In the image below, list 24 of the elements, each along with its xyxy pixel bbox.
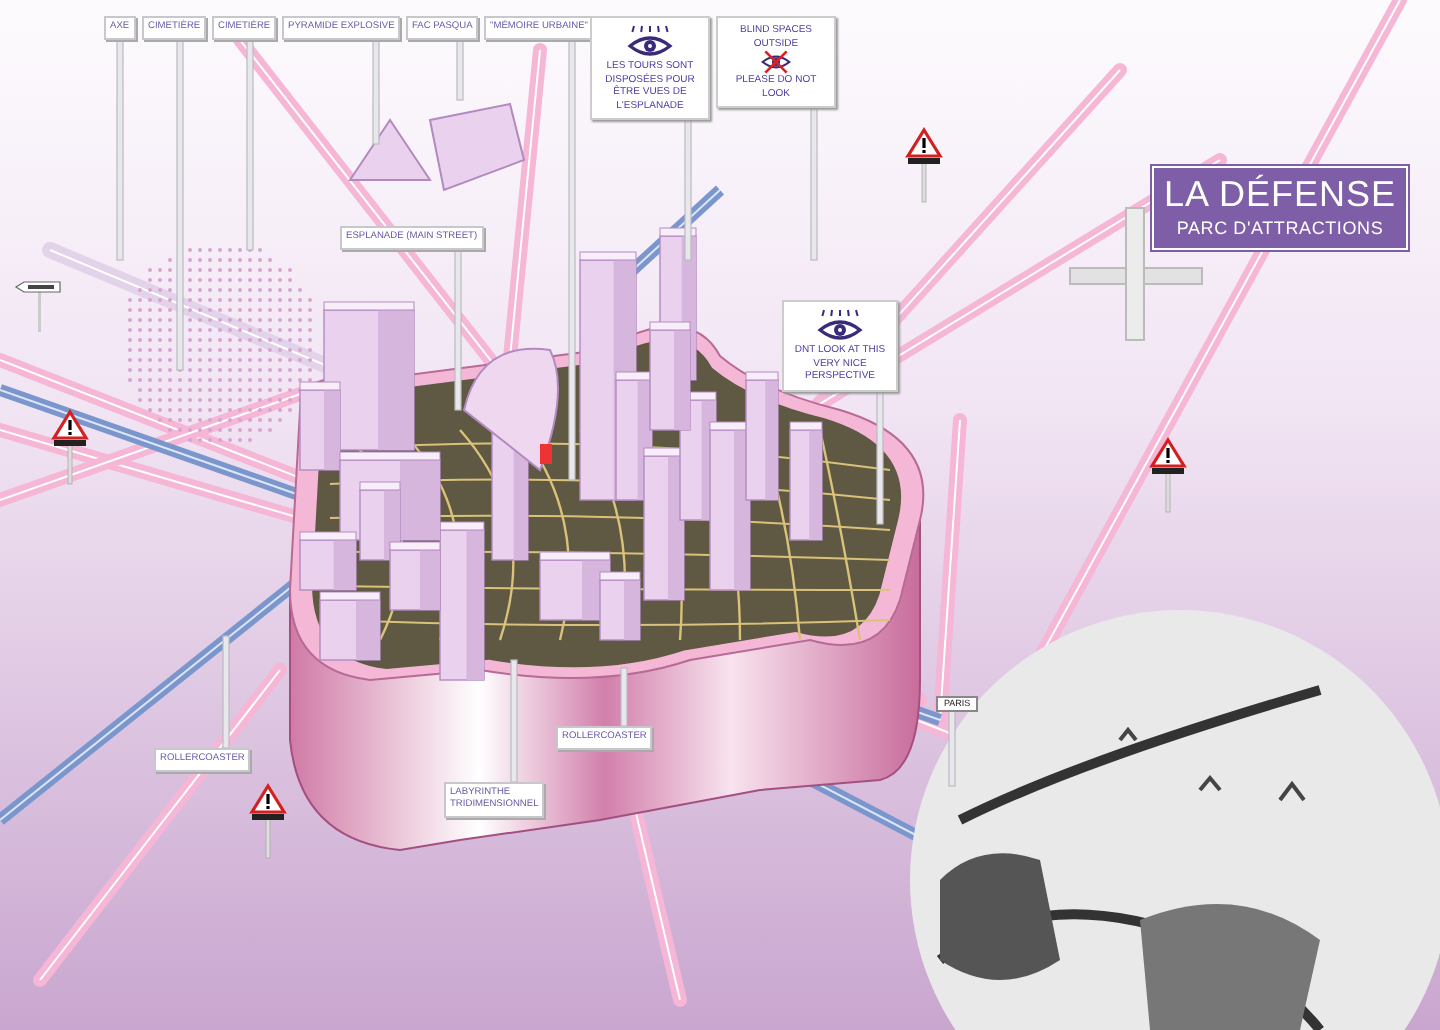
warning-sign-icon xyxy=(905,126,943,203)
dome xyxy=(463,347,559,471)
sign-post xyxy=(948,707,956,787)
eye-icon xyxy=(814,308,866,344)
sculpture xyxy=(540,444,552,464)
sign-post xyxy=(620,667,628,727)
cross-pillar xyxy=(1125,207,1145,341)
tower xyxy=(299,381,341,471)
pyramid xyxy=(348,118,432,181)
sign-post xyxy=(876,387,884,525)
sign-post xyxy=(222,635,230,749)
sign-post xyxy=(510,659,518,783)
eye-icon xyxy=(624,24,676,60)
title-heading: LA DÉFENSE xyxy=(1161,174,1399,216)
building xyxy=(319,591,381,661)
warning-sign-icon xyxy=(249,782,287,859)
warning-sign-icon xyxy=(1149,436,1187,513)
tower xyxy=(745,371,779,501)
tower xyxy=(649,321,691,431)
tower xyxy=(789,421,823,541)
direction-sign-icon xyxy=(14,281,61,332)
building xyxy=(428,102,526,192)
title-subheading: PARC D'ATTRACTIONS xyxy=(1174,215,1386,242)
warning-sign-icon xyxy=(51,408,89,485)
